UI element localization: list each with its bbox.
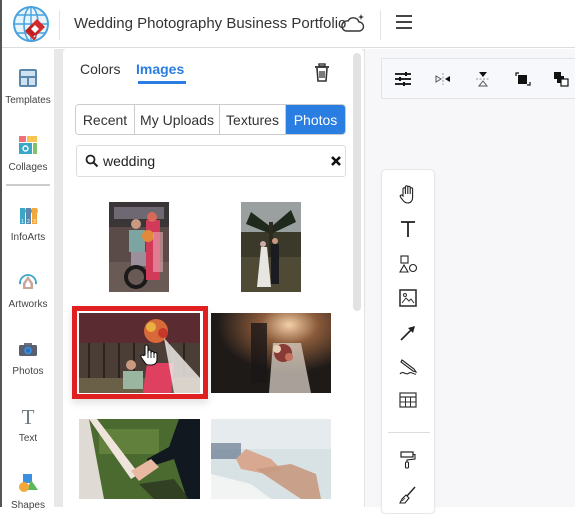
left-rail: Templates Collages 1 2 3 InfoArts Artwor…	[2, 49, 54, 511]
rail-label: Collages	[8, 162, 48, 173]
svg-text:2: 2	[27, 219, 30, 225]
photo-result-5[interactable]	[79, 419, 200, 499]
hamburger-menu-icon[interactable]	[396, 15, 412, 31]
photo-result-6[interactable]	[211, 419, 331, 499]
svg-text:T: T	[22, 405, 35, 427]
globe-diamond-logo[interactable]	[12, 5, 50, 43]
search-box	[76, 145, 346, 177]
rail-item-infoarts[interactable]: 1 2 3 InfoArts	[2, 204, 54, 243]
flip-horizontal-icon[interactable]	[434, 71, 452, 87]
flip-vertical-icon[interactable]	[474, 71, 492, 87]
svg-text:3: 3	[33, 219, 36, 225]
panel-scrollbar[interactable]	[353, 53, 361, 311]
hand-pan-icon[interactable]	[398, 184, 418, 204]
rail-label: Templates	[5, 95, 51, 106]
rail-item-templates[interactable]: Templates	[2, 67, 54, 106]
image-source-tabs: Recent My Uploads Textures Photos	[75, 104, 346, 135]
paint-roller-icon[interactable]	[398, 450, 418, 470]
rail-item-collages[interactable]: Collages	[2, 134, 54, 173]
cloud-sync-icon[interactable]	[341, 13, 365, 33]
source-tab-recent[interactable]: Recent	[76, 105, 135, 134]
adjust-sliders-icon[interactable]	[394, 71, 412, 87]
rail-item-artworks[interactable]: Artworks	[2, 271, 54, 310]
photo-result-4[interactable]	[211, 313, 331, 393]
clear-search-icon[interactable]	[329, 154, 343, 168]
app-header: Wedding Photography Business Portfolio	[0, 0, 575, 48]
search-icon	[85, 154, 99, 168]
source-tab-textures[interactable]: Textures	[220, 105, 286, 134]
source-tab-my-uploads[interactable]: My Uploads	[135, 105, 220, 134]
tab-colors[interactable]: Colors	[80, 61, 120, 77]
tool-palette	[381, 169, 435, 514]
tab-images[interactable]: Images	[136, 61, 184, 77]
text-tool-icon[interactable]	[398, 219, 418, 239]
svg-text:1: 1	[21, 219, 24, 225]
shapes-icon	[19, 474, 38, 492]
document-title[interactable]: Wedding Photography Business Portfolio	[74, 15, 346, 32]
rail-item-shapes[interactable]: Shapes	[2, 472, 54, 511]
collages-icon	[19, 136, 37, 154]
photo-result-1[interactable]	[109, 202, 169, 292]
rail-label: Photos	[12, 366, 44, 377]
camera-icon	[19, 343, 37, 356]
infoarts-icon: 1 2 3	[20, 208, 38, 225]
image-toolbar	[381, 58, 575, 99]
image-tool-icon[interactable]	[398, 288, 418, 308]
rail-item-text[interactable]: T Text	[2, 405, 54, 444]
source-tab-photos[interactable]: Photos	[286, 105, 345, 134]
table-icon[interactable]	[398, 390, 418, 410]
trash-icon[interactable]	[314, 63, 330, 82]
header-divider	[59, 10, 60, 40]
artworks-icon	[18, 274, 38, 289]
send-backward-icon[interactable]	[552, 71, 570, 87]
active-tab-indicator	[138, 81, 186, 84]
bring-forward-icon[interactable]	[514, 71, 532, 87]
pencil-draw-icon[interactable]	[398, 357, 418, 377]
rail-label: Text	[18, 433, 38, 444]
photo-result-2[interactable]	[241, 202, 301, 292]
rail-item-photos[interactable]: Photos	[2, 338, 54, 377]
rail-label: Shapes	[11, 500, 45, 511]
tool-separator	[388, 432, 430, 433]
arrow-line-icon[interactable]	[398, 323, 418, 343]
rail-label: InfoArts	[10, 232, 46, 243]
rail-label: Artworks	[8, 299, 48, 310]
search-input[interactable]	[103, 151, 313, 171]
text-icon: T	[22, 405, 35, 427]
rail-separator	[6, 184, 50, 186]
window-edge	[0, 0, 2, 507]
templates-icon	[19, 69, 37, 87]
brush-icon[interactable]	[398, 485, 418, 505]
shapes-tool-icon[interactable]	[398, 254, 418, 274]
header-divider	[380, 10, 381, 40]
photo-result-3-selected[interactable]	[79, 313, 200, 393]
